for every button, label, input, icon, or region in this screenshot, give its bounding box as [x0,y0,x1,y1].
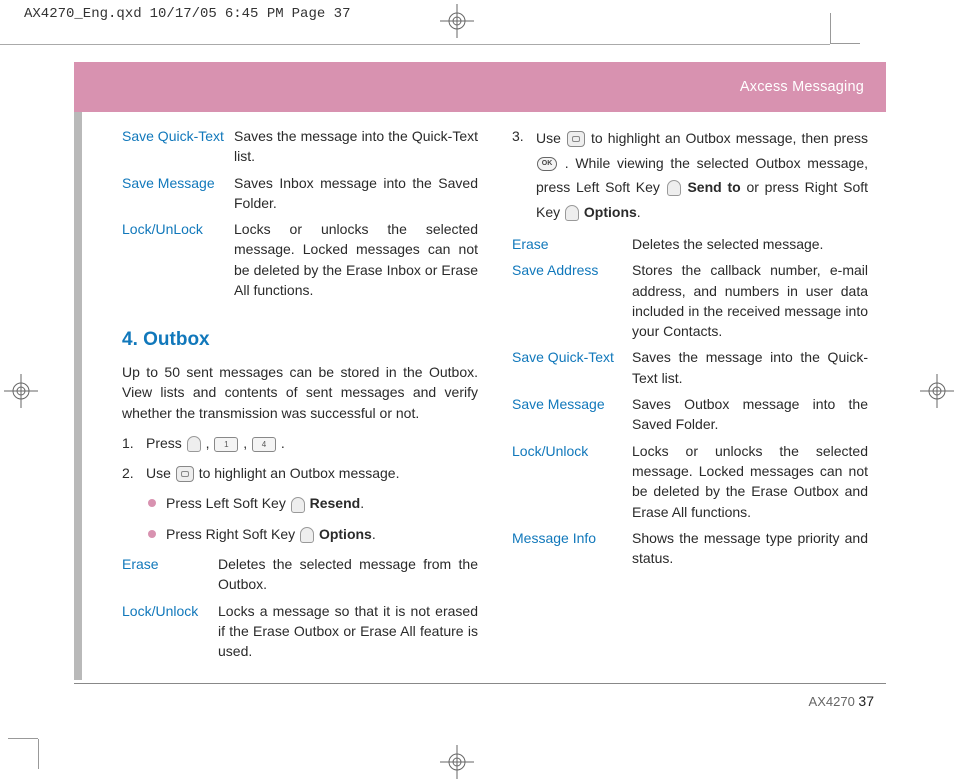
definition-term: Save Message [512,394,632,435]
step-body: Use to highlight an Outbox message, then… [536,126,868,224]
definition-row: Save Quick-Text Saves the message into t… [122,126,478,167]
definition-row: Save Quick-Text Saves the message into t… [512,347,868,388]
registration-mark-icon [440,745,474,779]
definition-term: Lock/UnLock [122,219,234,300]
bullet-bold: Options [319,526,372,542]
step-text: Press [146,435,186,451]
crop-mark-icon [830,43,860,44]
bullet-icon [148,530,156,538]
step-text: to highlight an Outbox message. [199,465,400,481]
bullet-icon [148,499,156,507]
step-number: 3. [512,126,536,224]
step-row: 3. Use to highlight an Outbox message, t… [512,126,868,224]
navigation-key-icon [176,466,194,482]
definition-row: Message Info Shows the message type prio… [512,528,868,569]
definition-row: Lock/Unlock Locks a message so that it i… [122,601,478,662]
definition-term: Save Quick-Text [512,347,632,388]
right-column: 3. Use to highlight an Outbox message, t… [512,126,868,667]
section-heading: 4. Outbox [122,326,478,354]
bullet-text: Press Left Soft Key [166,495,290,511]
crop-mark-icon [8,738,38,739]
keypad-4-icon: 4 [252,437,276,452]
footer-page: 37 [858,693,874,709]
definition-term: Save Address [512,260,632,341]
definition-term: Erase [512,234,632,254]
right-soft-key-icon [565,205,579,221]
bullet-row: Press Left Soft Key Resend. [148,493,478,513]
definition-desc: Locks a message so that it is not erased… [218,601,478,662]
left-soft-key-icon [291,497,305,513]
navigation-key-icon [567,131,585,147]
footer: AX4270 37 [809,693,874,709]
definition-row: Lock/UnLock Locks or unlocks the selecte… [122,219,478,300]
definition-desc: Stores the callback number, e-mail addre… [632,260,868,341]
bullet-body: Press Right Soft Key Options. [166,524,376,544]
step-number: 1. [122,433,146,453]
definition-row: Save Message Saves Inbox message into th… [122,173,478,214]
left-soft-key-icon [187,436,201,452]
definition-desc: Saves Outbox message into the Saved Fold… [632,394,868,435]
definition-desc: Saves the message into the Quick-Text li… [632,347,868,388]
bullet-body: Press Left Soft Key Resend. [166,493,364,513]
right-soft-key-icon [300,527,314,543]
definition-desc: Deletes the selected message. [632,234,868,254]
left-soft-key-icon [667,180,681,196]
trim-line [0,44,830,45]
step-row: 1. Press , 1 , 4 . [122,433,478,453]
bullet-bold: Resend [310,495,361,511]
definition-term: Lock/Unlock [122,601,218,662]
step-text: to highlight an Outbox message, then pre… [591,130,868,146]
step-bold: Send to [687,179,740,195]
print-header: AX4270_Eng.qxd 10/17/05 6:45 PM Page 37 [24,6,350,22]
registration-mark-icon [920,374,954,408]
footer-rule [74,683,886,684]
definition-row: Lock/Unlock Locks or unlocks the selecte… [512,441,868,522]
definition-row: Erase Deletes the selected message from … [122,554,478,595]
definition-term: Lock/Unlock [512,441,632,522]
step-body: Use to highlight an Outbox message. [146,463,478,483]
content-area: Save Quick-Text Saves the message into t… [122,126,868,667]
definition-desc: Deletes the selected message from the Ou… [218,554,478,595]
bullet-text: Press Right Soft Key [166,526,299,542]
definition-term: Save Quick-Text [122,126,234,167]
registration-mark-icon [4,374,38,408]
file-page: Page 37 [292,6,351,22]
step-number: 2. [122,463,146,483]
bullet-row: Press Right Soft Key Options. [148,524,478,544]
section-intro: Up to 50 sent messages can be stored in … [122,362,478,423]
definition-term: Save Message [122,173,234,214]
registration-mark-icon [440,4,474,38]
definition-desc: Locks or unlocks the selected message. L… [632,441,868,522]
file-date: 10/17/05 [150,6,217,22]
keypad-1-icon: 1 [214,437,238,452]
sidebar-stripe [74,112,82,680]
definition-term: Erase [122,554,218,595]
footer-model: AX4270 [809,694,855,709]
definition-desc: Shows the message type priority and stat… [632,528,868,569]
crop-mark-icon [38,739,39,769]
definition-term: Message Info [512,528,632,569]
definition-row: Save Message Saves Outbox message into t… [512,394,868,435]
definition-desc: Saves the message into the Quick-Text li… [234,126,478,167]
step-body: Press , 1 , 4 . [146,433,478,453]
file-time: 6:45 PM [225,6,284,22]
definition-desc: Saves Inbox message into the Saved Folde… [234,173,478,214]
file-name: AX4270_Eng.qxd [24,6,142,22]
step-text: Use [536,130,566,146]
ok-key-icon: OK [537,157,557,171]
definition-row: Erase Deletes the selected message. [512,234,868,254]
crop-mark-icon [830,13,831,43]
step-text: Use [146,465,175,481]
definition-row: Save Address Stores the callback number,… [512,260,868,341]
left-column: Save Quick-Text Saves the message into t… [122,126,478,667]
step-row: 2. Use to highlight an Outbox message. [122,463,478,483]
section-header-text: Axcess Messaging [740,79,864,95]
definition-desc: Locks or unlocks the selected message. L… [234,219,478,300]
section-header-band: Axcess Messaging [74,62,886,112]
step-bold: Options [584,204,637,220]
